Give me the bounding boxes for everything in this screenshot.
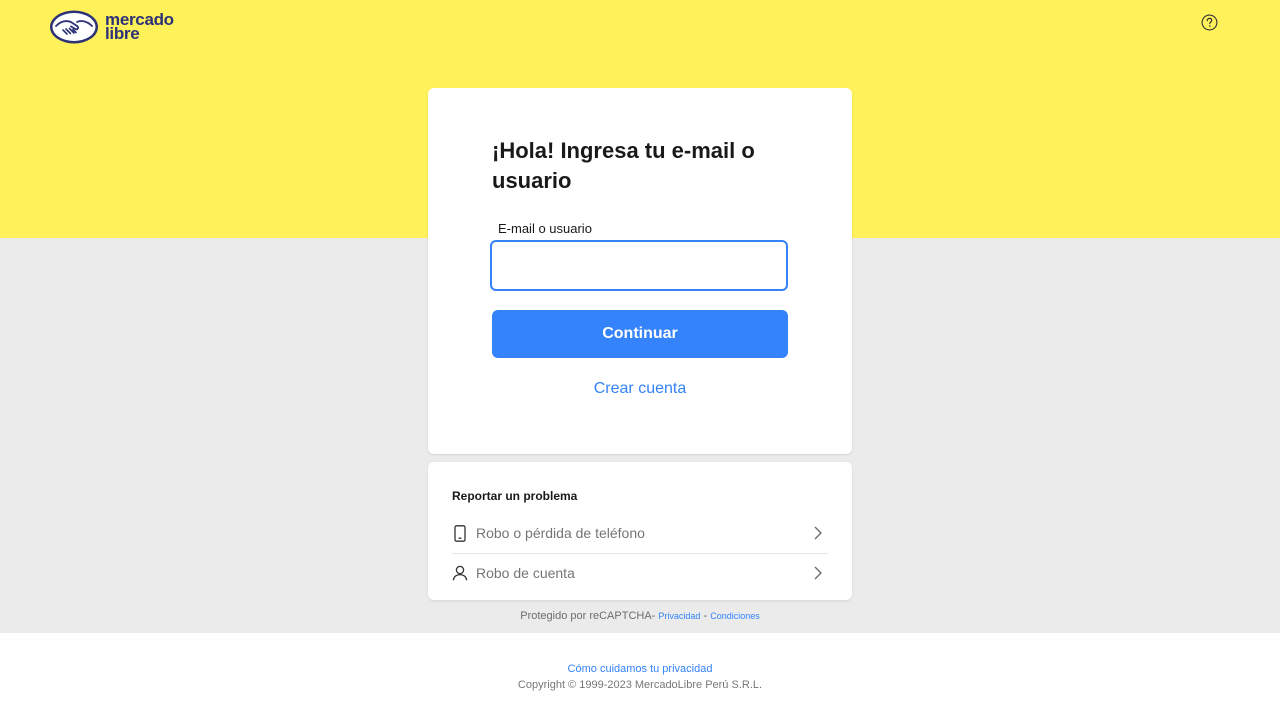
privacy-link[interactable]: Cómo cuidamos tu privacidad xyxy=(0,663,1280,675)
mercadolibre-logo[interactable]: mercado libre xyxy=(49,9,174,45)
recaptcha-privacy-link[interactable]: Privacidad xyxy=(658,611,700,621)
report-item-label: Robo de cuenta xyxy=(476,565,575,581)
recaptcha-notice: Protegido por reCAPTCHA- Privacidad - Co… xyxy=(0,610,1280,622)
recaptcha-separator: - xyxy=(700,610,711,622)
question-circle-icon[interactable] xyxy=(1201,14,1218,31)
report-item-phone-theft[interactable]: Robo o pérdida de teléfono xyxy=(452,513,828,554)
continue-button[interactable]: Continuar xyxy=(492,310,788,358)
report-problem-card: Reportar un problema Robo o pérdida de t… xyxy=(428,462,852,600)
recaptcha-text: Protegido por reCAPTCHA- xyxy=(520,610,656,622)
user-icon xyxy=(452,564,468,582)
copyright-text: Copyright © 1999-2023 MercadoLibre Perú … xyxy=(517,679,763,691)
handshake-logo-icon xyxy=(50,10,98,44)
page-title: ¡Hola! Ingresa tu e-mail o usuario xyxy=(492,138,755,193)
login-card: ¡Hola! Ingresa tu e-mail o usuario E-mai… xyxy=(428,88,852,454)
recaptcha-conditions-link[interactable]: Condiciones xyxy=(710,611,760,621)
logo-line-2: libre xyxy=(105,24,140,43)
report-item-account-theft[interactable]: Robo de cuenta xyxy=(452,553,828,593)
chevron-right-icon xyxy=(814,566,822,580)
logo-wordmark: mercado libre xyxy=(105,11,174,43)
report-title: Reportar un problema xyxy=(452,489,578,503)
chevron-right-icon xyxy=(814,526,822,540)
footer: Cómo cuidamos tu privacidad Copyright © … xyxy=(0,633,1280,720)
report-item-label: Robo o pérdida de teléfono xyxy=(476,525,645,541)
create-account-link[interactable]: Crear cuenta xyxy=(492,380,788,398)
phone-icon xyxy=(452,524,468,542)
email-field[interactable] xyxy=(490,240,788,291)
email-field-label: E-mail o usuario xyxy=(498,221,592,236)
